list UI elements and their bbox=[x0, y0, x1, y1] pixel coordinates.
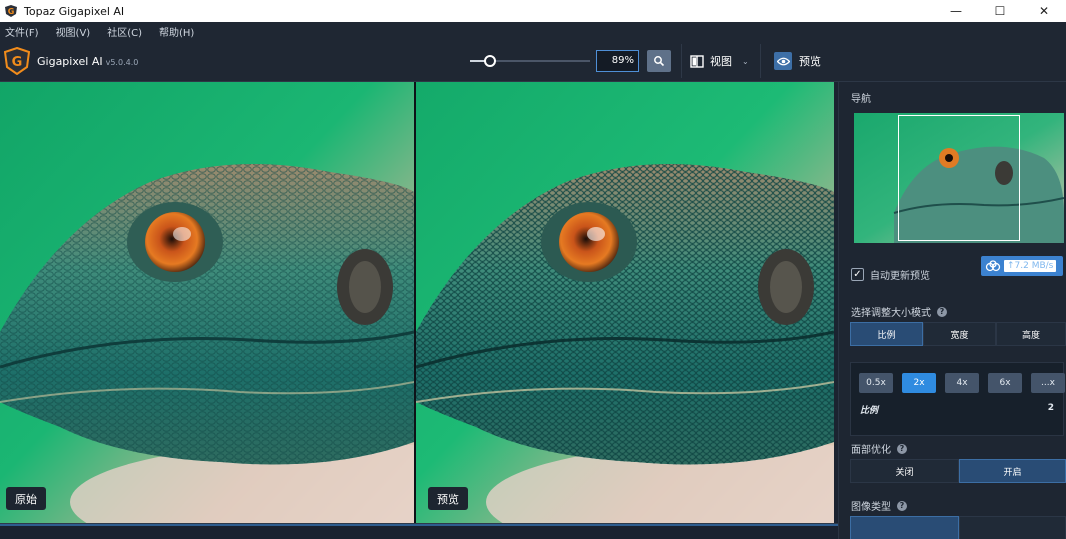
lizard-preview-image bbox=[416, 82, 834, 523]
window-title: Topaz Gigapixel AI bbox=[24, 4, 125, 18]
view-button-label: 视图 bbox=[710, 55, 732, 68]
menu-view[interactable]: 视图(V) bbox=[51, 24, 103, 39]
status-accent bbox=[0, 524, 838, 526]
app-logo-icon: G bbox=[5, 5, 17, 17]
zoom-search-button[interactable] bbox=[647, 50, 671, 72]
scale-4x-button[interactable]: 4x bbox=[945, 373, 979, 393]
scale-options-box: 0.5x 2x 4x 6x ...x 比例 2 bbox=[850, 362, 1065, 436]
search-icon bbox=[654, 56, 665, 67]
resize-mode-title: 选择调整大小模式 ? bbox=[851, 304, 947, 319]
image-type-tabs bbox=[850, 516, 1066, 539]
close-button[interactable]: ✕ bbox=[1022, 0, 1066, 22]
zoom-slider-handle[interactable] bbox=[484, 55, 497, 67]
navigator-title-text: 导航 bbox=[851, 94, 871, 105]
image-type-tab[interactable] bbox=[959, 516, 1066, 539]
toolbar-divider bbox=[681, 44, 682, 78]
scale-2x-button[interactable]: 2x bbox=[902, 373, 936, 393]
brand-name: Gigapixel AI bbox=[37, 55, 103, 68]
image-type-tab[interactable] bbox=[850, 516, 959, 539]
auto-update-label: 自动更新预览 bbox=[870, 271, 930, 282]
version-label: v5.0.4.0 bbox=[105, 58, 139, 67]
tab-scale[interactable]: 比例 bbox=[850, 322, 923, 346]
resize-mode-title-text: 选择调整大小模式 bbox=[851, 308, 931, 319]
status-strip bbox=[0, 523, 838, 539]
zoom-input[interactable]: 89% bbox=[596, 50, 639, 72]
auto-update-row[interactable]: ✓ 自动更新预览 bbox=[851, 267, 930, 282]
brand: Gigapixel AI v5.0.4.0 bbox=[37, 55, 138, 68]
image-type-title: 图像类型 ? bbox=[851, 498, 907, 513]
svg-text:G: G bbox=[8, 7, 15, 16]
scale-label: 比例 bbox=[860, 406, 879, 416]
original-label: 原始 bbox=[6, 487, 46, 510]
preview-label: 预览 bbox=[428, 487, 468, 510]
help-icon[interactable]: ? bbox=[937, 306, 947, 317]
toolbar: G Gigapixel AI v5.0.4.0 89% 视图 ⌄ 预览 bbox=[0, 40, 1066, 82]
navigator-thumbnail[interactable] bbox=[854, 113, 1064, 243]
maximize-button[interactable]: ☐ bbox=[978, 0, 1022, 22]
face-refinement-toggle: 关闭 开启 bbox=[850, 459, 1066, 483]
menu-help[interactable]: 帮助(H) bbox=[154, 24, 206, 39]
menu-bar: 文件(F) 视图(V) 社区(C) 帮助(H) bbox=[0, 22, 1066, 40]
face-on-button[interactable]: 开启 bbox=[959, 459, 1066, 483]
help-icon[interactable]: ? bbox=[897, 443, 907, 454]
chevron-down-icon: ⌄ bbox=[742, 56, 749, 66]
face-off-button[interactable]: 关闭 bbox=[850, 459, 959, 483]
navigator-title: 导航 bbox=[851, 90, 871, 105]
lizard-original-image bbox=[0, 82, 414, 523]
scale-0-5x-button[interactable]: 0.5x bbox=[859, 373, 893, 393]
eye-icon bbox=[774, 52, 792, 70]
tab-height[interactable]: 高度 bbox=[996, 322, 1066, 346]
preview-button-label: 预览 bbox=[799, 55, 821, 68]
navigator-viewport-frame[interactable] bbox=[898, 115, 1020, 241]
help-icon[interactable]: ? bbox=[897, 500, 907, 511]
resize-mode-tabs: 比例 宽度 高度 bbox=[850, 322, 1066, 346]
preview-image-pane[interactable]: 预览 bbox=[416, 82, 834, 523]
auto-update-checkbox[interactable]: ✓ bbox=[851, 268, 864, 281]
checkmark-icon: ✓ bbox=[853, 269, 862, 280]
toolbar-divider bbox=[760, 44, 761, 78]
menu-community[interactable]: 社区(C) bbox=[102, 24, 154, 39]
original-image-pane[interactable]: 原始 bbox=[0, 82, 414, 523]
speed-value: ↑7.2 MB/s bbox=[1004, 260, 1057, 272]
face-refinement-title: 面部优化 ? bbox=[851, 441, 907, 456]
title-bar: G Topaz Gigapixel AI — ☐ ✕ bbox=[0, 0, 1066, 22]
gigapixel-logo-icon: G bbox=[4, 47, 30, 75]
cloud-icon bbox=[985, 260, 1001, 272]
menu-file[interactable]: 文件(F) bbox=[0, 24, 51, 39]
speed-badge: ↑7.2 MB/s bbox=[981, 256, 1063, 276]
scale-custom-button[interactable]: ...x bbox=[1031, 373, 1065, 393]
settings-panel: 导航 ↑7.2 MB/s ✓ 自动更新预览 选择调整大小模式 ? 比例 宽度 高… bbox=[838, 82, 1066, 539]
image-type-title-text: 图像类型 bbox=[851, 502, 891, 513]
svg-text:G: G bbox=[12, 55, 23, 70]
tab-width[interactable]: 宽度 bbox=[923, 322, 996, 346]
minimize-button[interactable]: — bbox=[934, 0, 978, 22]
face-refinement-title-text: 面部优化 bbox=[851, 445, 891, 456]
scale-6x-button[interactable]: 6x bbox=[988, 373, 1022, 393]
view-button[interactable]: 视图 ⌄ bbox=[690, 50, 749, 72]
scale-value: 2 bbox=[1047, 403, 1054, 413]
zoom-slider[interactable] bbox=[470, 55, 590, 67]
preview-button[interactable]: 预览 bbox=[774, 50, 821, 72]
split-view-icon bbox=[690, 54, 704, 68]
